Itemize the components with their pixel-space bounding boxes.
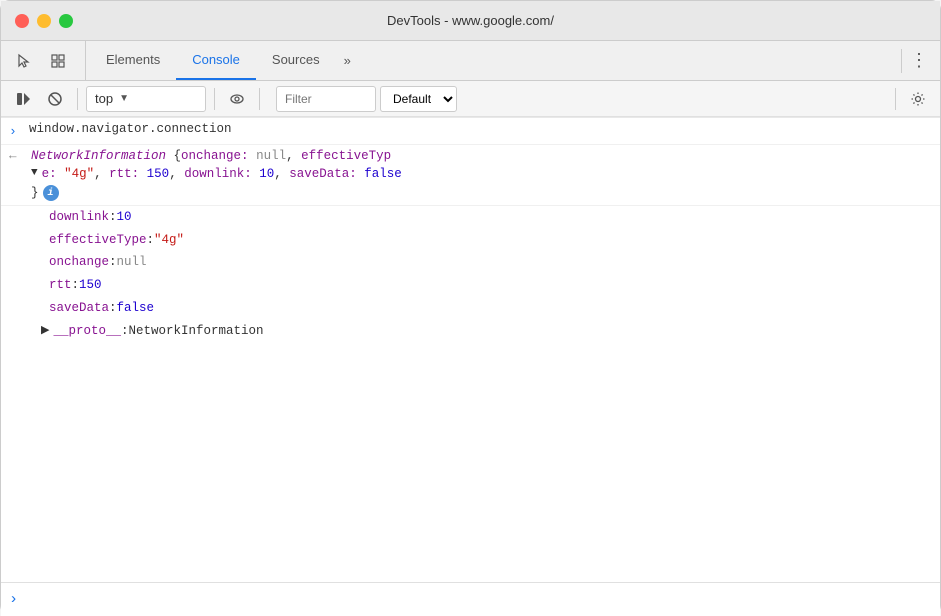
toolbar-divider-4 bbox=[895, 88, 896, 110]
clear-log-button[interactable] bbox=[9, 85, 37, 113]
tabs-container: Elements Console Sources » bbox=[90, 41, 359, 80]
context-selector[interactable]: top ▼ bbox=[86, 86, 206, 112]
window-title: DevTools - www.google.com/ bbox=[387, 13, 554, 28]
prop-effectiveType: effectiveType: "4g" bbox=[1, 229, 940, 252]
tab-bar-right: ⋮ bbox=[897, 41, 932, 80]
proto-row: ▶ __proto__: NetworkInformation bbox=[1, 320, 940, 343]
console-output: › window.navigator.connection ← NetworkI… bbox=[1, 117, 940, 582]
console-toolbar: top ▼ Default bbox=[1, 81, 940, 117]
triangle-right-icon[interactable]: ▶ bbox=[41, 323, 49, 340]
tab-bar: Elements Console Sources » ⋮ bbox=[1, 41, 940, 81]
output-line-2: ▼ e: "4g", rtt: 150, downlink: 10, saveD… bbox=[9, 165, 402, 184]
window-controls[interactable] bbox=[15, 14, 73, 28]
title-bar: DevTools - www.google.com/ bbox=[1, 1, 940, 41]
console-input[interactable] bbox=[26, 593, 932, 607]
devtools-menu-button[interactable]: ⋮ bbox=[906, 46, 932, 75]
console-output-entry: ← NetworkInformation {onchange: null, ef… bbox=[1, 145, 940, 206]
prop-saveData: saveData: false bbox=[1, 297, 940, 320]
left-arrow-icon: ← bbox=[9, 147, 25, 166]
chevron-down-icon: ▼ bbox=[119, 93, 129, 104]
output-line-1: ← NetworkInformation {onchange: null, ef… bbox=[9, 147, 391, 166]
filter-input[interactable] bbox=[276, 86, 376, 112]
triangle-down-icon[interactable]: ▼ bbox=[31, 165, 38, 182]
eye-icon-button[interactable] bbox=[223, 85, 251, 113]
maximize-button[interactable] bbox=[59, 14, 73, 28]
filter-section: Default bbox=[276, 86, 887, 112]
log-level-selector[interactable]: Default bbox=[380, 86, 457, 112]
context-label: top bbox=[95, 91, 113, 106]
divider bbox=[901, 49, 902, 73]
console-command: window.navigator.connection bbox=[29, 120, 932, 139]
minimize-button[interactable] bbox=[37, 14, 51, 28]
prop-rtt: rtt: 150 bbox=[1, 274, 940, 297]
ban-button[interactable] bbox=[41, 85, 69, 113]
cursor-icon-button[interactable] bbox=[9, 46, 39, 76]
prop-downlink: downlink: 10 bbox=[1, 206, 940, 229]
tab-bar-left-controls bbox=[9, 41, 86, 80]
console-input-entry: › window.navigator.connection bbox=[1, 117, 940, 145]
close-button[interactable] bbox=[15, 14, 29, 28]
output-line-3: } i bbox=[9, 184, 59, 203]
console-settings-button[interactable] bbox=[904, 85, 932, 113]
console-bottom-row: › bbox=[1, 582, 940, 616]
toolbar-divider-3 bbox=[259, 88, 260, 110]
right-arrow-icon: › bbox=[9, 122, 25, 142]
toolbar-divider-2 bbox=[214, 88, 215, 110]
tab-sources[interactable]: Sources bbox=[256, 41, 336, 80]
tab-console[interactable]: Console bbox=[176, 41, 256, 80]
info-badge[interactable]: i bbox=[43, 185, 59, 201]
tab-elements[interactable]: Elements bbox=[90, 41, 176, 80]
prop-onchange: onchange: null bbox=[1, 251, 940, 274]
bottom-caret-icon: › bbox=[9, 591, 18, 608]
more-tabs-button[interactable]: » bbox=[336, 41, 359, 80]
inspect-icon-button[interactable] bbox=[43, 46, 73, 76]
toolbar-divider bbox=[77, 88, 78, 110]
